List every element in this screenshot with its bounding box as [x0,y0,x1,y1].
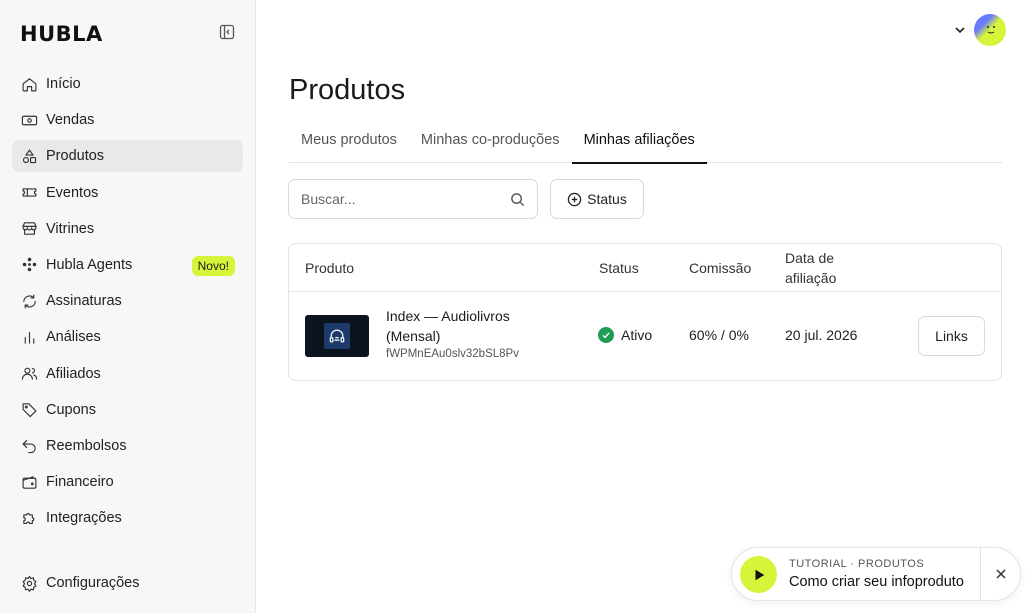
money-icon [20,111,38,129]
column-header-produto: Produto [305,260,355,276]
tag-icon [20,401,38,419]
sidebar-nav: Início Vendas Produtos Eventos Vitrines … [12,68,243,538]
sidebar-item-produtos[interactable]: Produtos [12,140,243,173]
sidebar-collapse-icon[interactable] [219,24,235,40]
sidebar-item-eventos[interactable]: Eventos [12,177,243,209]
sidebar-item-label: Cupons [46,401,96,418]
refresh-icon [20,292,38,310]
page-title: Produtos [289,74,406,106]
column-header-line: afiliação [785,270,837,286]
gear-icon [20,574,38,592]
sidebar-item-hubla-agents[interactable]: Hubla Agents Novo! [12,249,243,281]
tutorial-subtitle: TUTORIAL · PRODUTOS [789,558,925,570]
search-icon[interactable] [510,192,525,207]
product-name[interactable]: Index — Audiolivros (Mensal) [386,306,546,346]
sidebar-item-label: Início [46,76,81,92]
close-icon[interactable] [994,567,1008,581]
sidebar-item-financeiro[interactable]: Financeiro [12,466,243,498]
status-text: Ativo [621,327,653,343]
tab-minhas-afiliacoes[interactable]: Minhas afiliações [571,121,708,164]
sidebar: HUBLA Início Vendas Produtos Eventos Vit… [0,0,256,613]
sidebar-item-vendas[interactable]: Vendas [12,104,243,136]
chevron-down-icon[interactable] [954,24,966,36]
plus-circle-icon [567,192,582,206]
user-menu[interactable] [954,14,1006,46]
column-header-comissao: Comissão [689,260,752,276]
sidebar-item-configuracoes[interactable]: Configurações [12,567,243,599]
tab-bar: Meus produtos Minhas co-produções Minhas… [289,121,1002,164]
tab-minhas-co-producoes[interactable]: Minhas co-produções [409,121,572,163]
settings-section: Configurações [12,567,243,603]
status-filter-label: Status [587,191,627,207]
table-header: Produto Status Comissão Data de afiliaçã… [289,244,1001,292]
affiliations-table: Produto Status Comissão Data de afiliaçã… [288,243,1002,381]
status-filter-button[interactable]: Status [550,179,644,219]
tutorial-title: Como criar seu infoproduto [789,574,964,590]
sidebar-item-inicio[interactable]: Início [12,68,243,100]
ticket-icon [20,184,38,202]
sidebar-item-label: Configurações [46,575,140,591]
table-row[interactable]: Index — Audiolivros (Mensal) fWPMnEAu0sl… [289,292,1001,381]
column-header-line: Data de [785,250,835,266]
shapes-icon [20,147,38,165]
sidebar-item-afiliados[interactable]: Afiliados [12,358,243,390]
avatar[interactable] [974,14,1006,46]
sidebar-item-label: Reembolsos [46,437,127,454]
sidebar-item-label: Análises [46,329,101,346]
tutorial-card[interactable]: TUTORIAL · PRODUTOS Como criar seu infop… [731,547,1021,601]
sidebar-item-label: Afiliados [46,365,101,382]
search-box [288,179,538,219]
sidebar-item-reembolsos[interactable]: Reembolsos [12,430,243,462]
users-icon [20,365,38,383]
undo-icon [20,437,38,455]
sidebar-item-vitrines[interactable]: Vitrines [12,213,243,245]
hubla-logo[interactable]: HUBLA [20,22,103,46]
sidebar-item-label: Integrações [46,510,122,527]
search-input[interactable] [301,191,510,207]
sidebar-item-label: Eventos [46,184,99,201]
links-button[interactable]: Links [918,316,985,356]
play-icon [755,569,764,580]
column-header-data-afiliacao: Data de afiliação [785,244,836,292]
check-circle-icon [598,327,614,343]
sidebar-item-label: Hubla Agents [46,256,133,273]
new-badge: Novo! [191,255,235,276]
sidebar-item-label: Financeiro [46,474,114,491]
agents-icon [20,256,38,274]
sidebar-item-label: Vendas [46,112,95,129]
puzzle-icon [20,509,38,527]
home-icon [20,75,38,93]
sidebar-item-integracoes[interactable]: Integrações [12,502,243,534]
sidebar-item-label: Produtos [46,148,105,165]
product-thumbnail [305,315,369,357]
store-icon [20,220,38,238]
sidebar-item-label: Assinaturas [46,293,122,310]
divider [980,548,981,600]
status-badge: Ativo [598,327,652,343]
column-header-status: Status [599,260,639,276]
wallet-icon [20,473,38,491]
play-button[interactable] [740,556,777,593]
sidebar-item-cupons[interactable]: Cupons [12,394,243,426]
bar-chart-icon [20,328,38,346]
sidebar-item-analises[interactable]: Análises [12,321,243,353]
affiliation-date: 20 jul. 2026 [785,327,858,343]
product-id: fWPMnEAu0slv32bSL8Pv [386,348,519,360]
tab-meus-produtos[interactable]: Meus produtos [289,121,409,163]
sidebar-item-assinaturas[interactable]: Assinaturas [12,285,243,317]
headphones-book-icon [324,323,350,349]
commission-value: 60% / 0% [689,327,749,343]
sidebar-item-label: Vitrines [46,220,95,237]
